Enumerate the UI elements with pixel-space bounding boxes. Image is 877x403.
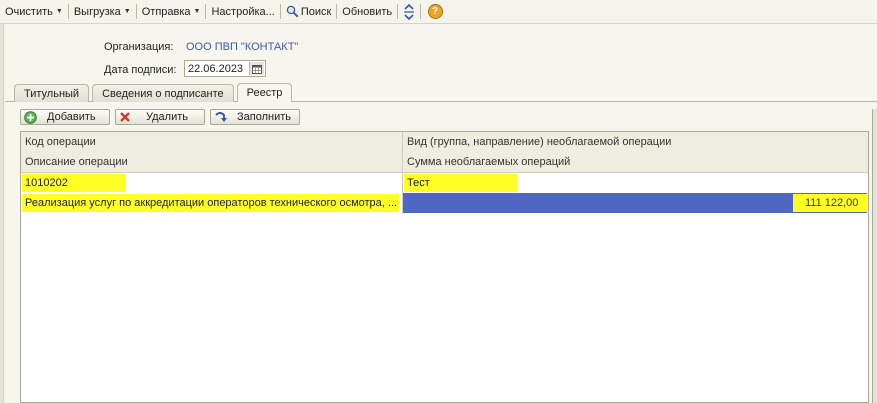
header-op-code[interactable]: Код операции [21, 132, 402, 152]
org-link[interactable]: ООО ПВП "КОНТАКТ" [186, 41, 298, 53]
org-label: Организация: [104, 41, 174, 53]
settings-label: Настройка... [211, 5, 275, 18]
fill-label: Заполнить [237, 111, 292, 123]
calendar-icon[interactable] [249, 62, 264, 75]
right-scrollbar[interactable] [872, 109, 877, 403]
tab-registry[interactable]: Реестр [236, 83, 293, 102]
left-margin-bar [0, 24, 4, 403]
send-label: Отправка [141, 5, 191, 18]
search-label: Поиск [300, 5, 332, 18]
main-toolbar: Очистить ▼ Выгрузка ▼ Отправка ▼ Настрой… [0, 0, 877, 24]
export-label: Выгрузка [73, 5, 121, 18]
delete-row-button[interactable]: Удалить [115, 109, 205, 125]
header-op-description[interactable]: Описание операции [21, 152, 402, 172]
refresh-button[interactable]: Обновить [337, 0, 397, 23]
collapse-toggle-button[interactable] [398, 0, 420, 23]
search-button[interactable]: Поиск [281, 0, 336, 23]
add-row-button[interactable]: Добавить [20, 109, 110, 125]
cell-op-kind[interactable]: Тест [404, 174, 517, 192]
dropdown-arrow-icon: ▼ [193, 8, 201, 15]
search-icon [286, 5, 299, 18]
export-button[interactable]: Выгрузка ▼ [69, 0, 136, 23]
cell-op-sum[interactable]: 111 122,00 [793, 194, 867, 212]
date-field[interactable]: 22.06.2023 [184, 60, 266, 77]
fill-arrow-icon [213, 110, 227, 124]
date-label: Дата подписи: [104, 64, 177, 76]
tab-title-page[interactable]: Титульный [14, 84, 90, 102]
cell-op-code[interactable]: 1010202 [22, 174, 125, 192]
settings-button[interactable]: Настройка... [206, 0, 279, 23]
help-icon: ? [427, 4, 443, 19]
tab-label: Сведения о подписанте [102, 87, 224, 100]
table-header-row: Код операции Вид (группа, направление) н… [21, 132, 868, 153]
tab-label: Реестр [246, 87, 283, 99]
fill-button[interactable]: Заполнить [210, 109, 300, 125]
clear-label: Очистить [5, 5, 53, 18]
send-button[interactable]: Отправка ▼ [137, 0, 206, 23]
add-icon [23, 110, 37, 124]
collapse-expand-icon [403, 3, 415, 20]
date-value: 22.06.2023 [188, 63, 244, 75]
refresh-label: Обновить [342, 5, 393, 18]
cell-op-description[interactable]: Реализация услуг по аккредитации операто… [22, 194, 399, 212]
help-button[interactable]: ? [424, 0, 446, 23]
clear-button[interactable]: Очистить ▼ [0, 0, 68, 23]
dropdown-arrow-icon: ▼ [123, 8, 131, 15]
tab-signer-info[interactable]: Сведения о подписанте [92, 84, 234, 102]
toolbar-separator [420, 4, 422, 19]
tab-bar: Титульный Сведения о подписанте Реестр [14, 83, 295, 102]
add-label: Добавить [47, 111, 96, 123]
registry-table: Код операции Вид (группа, направление) н… [20, 131, 869, 403]
dropdown-arrow-icon: ▼ [55, 8, 63, 15]
header-op-sum[interactable]: Сумма необлагаемых операций [403, 152, 868, 172]
header-op-kind[interactable]: Вид (группа, направление) необлагаемой о… [403, 132, 868, 152]
tab-label: Титульный [24, 87, 80, 100]
table-header-row: Описание операции Сумма необлагаемых опе… [21, 152, 868, 173]
delete-label: Удалить [146, 111, 188, 123]
delete-icon [118, 110, 132, 124]
